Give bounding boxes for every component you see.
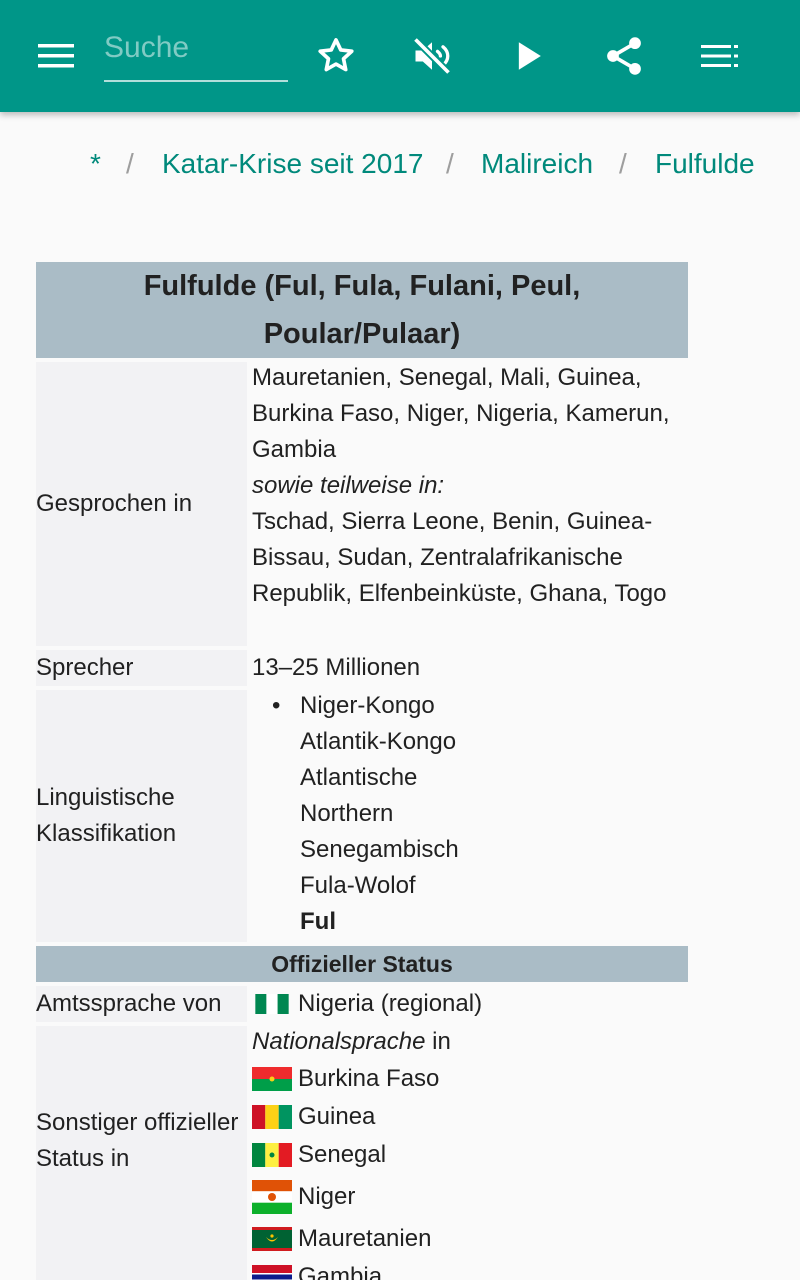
row-label: Sprecher bbox=[36, 650, 247, 686]
search-input[interactable] bbox=[104, 22, 288, 74]
row-value: Mauretanien, Senegal, Mali, Guinea, Burk… bbox=[252, 360, 688, 612]
row-label: Linguistische Klassifikation bbox=[36, 690, 247, 942]
infobox-title-line: Poular/Pulaar) bbox=[263, 318, 461, 350]
classification-link[interactable]: Fula-Wolof bbox=[300, 868, 688, 904]
mute-button[interactable] bbox=[400, 24, 464, 88]
classification-item: Northern bbox=[300, 800, 394, 827]
infobox-title-line: Fulfulde (Ful, Fula, Fulani, Peul, bbox=[143, 270, 581, 302]
breadcrumb-separator: / bbox=[126, 148, 134, 179]
label-line: Status in bbox=[36, 1145, 130, 1172]
classification-current: Ful bbox=[300, 908, 336, 935]
burkina-faso-flag-icon bbox=[252, 1067, 292, 1091]
row-value: 13–25 Millionen bbox=[252, 654, 421, 681]
country-entry: Mauretanien bbox=[252, 1220, 688, 1258]
niger-flag-icon bbox=[252, 1180, 292, 1214]
nigeria-flag-icon bbox=[255, 994, 289, 1014]
share-icon bbox=[607, 37, 641, 75]
breadcrumb-separator: / bbox=[619, 148, 627, 179]
country-link[interactable]: Burkina Faso bbox=[298, 1061, 439, 1097]
row-official-language: Amtssprache von Nigeria (regional) bbox=[36, 986, 688, 1022]
country-link[interactable]: Mauretanien bbox=[298, 1221, 431, 1257]
country-link[interactable]: Nigeria (regional) bbox=[298, 986, 482, 1022]
country-entry: Gambia bbox=[252, 1258, 688, 1280]
row-other-status: Sonstiger offizieller Status in National… bbox=[36, 1026, 688, 1280]
country-link[interactable]: Niger bbox=[298, 1179, 355, 1215]
breadcrumb: * / Katar-Krise seit 2017 / Malireich / … bbox=[0, 140, 800, 192]
menu-icon bbox=[38, 44, 74, 68]
classification-link[interactable]: Atlantische bbox=[300, 760, 688, 796]
text-line: Bissau, Sudan, Zentralafrikanische bbox=[252, 544, 623, 571]
country-link[interactable]: Guinea bbox=[298, 1099, 375, 1135]
row-label: Amtssprache von bbox=[36, 986, 247, 1022]
breadcrumb-current-page[interactable]: Fulfulde bbox=[655, 148, 755, 180]
senegal-flag-icon bbox=[252, 1143, 292, 1167]
share-button[interactable] bbox=[592, 24, 656, 88]
bullet-icon: • bbox=[272, 692, 281, 719]
classification-link[interactable]: Senegambisch bbox=[300, 832, 688, 868]
row-value: Nigeria (regional) bbox=[252, 986, 688, 1022]
play-icon bbox=[518, 42, 541, 70]
label-line: Sonstiger offizieller bbox=[36, 1109, 239, 1136]
row-classification: Linguistische Klassifikation • Niger-Kon… bbox=[36, 690, 688, 942]
contents-button[interactable] bbox=[688, 24, 752, 88]
text-line: Gambia bbox=[252, 436, 337, 463]
gambia-flag-icon bbox=[252, 1265, 292, 1280]
national-language-link[interactable]: Nationalsprache bbox=[252, 1028, 425, 1055]
classification-list: • Niger-Kongo Atlantik-Kongo Atlantische… bbox=[252, 688, 688, 940]
row-label: Sonstiger offizieller Status in bbox=[36, 1026, 247, 1280]
country-link[interactable]: Senegal bbox=[298, 1137, 386, 1173]
list-icon bbox=[701, 45, 738, 67]
menu-button[interactable] bbox=[24, 24, 88, 88]
breadcrumb-link-katar-krise[interactable]: Katar-Krise seit 2017 bbox=[162, 148, 423, 180]
section-heading-status: Offizieller Status bbox=[36, 946, 688, 982]
breadcrumb-link-malireich[interactable]: Malireich bbox=[481, 148, 593, 180]
country-entry: Guinea bbox=[252, 1098, 688, 1136]
row-label: Gesprochen in bbox=[36, 362, 247, 646]
text-line: Burkina Faso, Niger, Nigeria, Kamerun, bbox=[252, 400, 670, 427]
breadcrumb-separator: / bbox=[446, 148, 454, 179]
guinea-flag-icon bbox=[252, 1105, 292, 1129]
country-entry: Burkina Faso bbox=[252, 1060, 688, 1098]
country-link[interactable]: Gambia bbox=[298, 1259, 382, 1280]
classification-link[interactable]: Niger-Kongo bbox=[300, 688, 688, 724]
country-entry: Niger bbox=[252, 1174, 688, 1220]
star-icon bbox=[318, 38, 354, 72]
row-speakers: Sprecher 13–25 Millionen bbox=[36, 650, 688, 686]
infobox-title: Fulfulde (Ful, Fula, Fulani, Peul, Poula… bbox=[36, 262, 688, 358]
classification-link[interactable]: Atlantik-Kongo bbox=[300, 724, 688, 760]
bookmark-button[interactable] bbox=[304, 24, 368, 88]
mauritania-flag-icon bbox=[252, 1227, 292, 1251]
text-suffix: in bbox=[425, 1028, 451, 1055]
country-entry: Senegal bbox=[252, 1136, 688, 1174]
row-spoken-in: Gesprochen in Mauretanien, Senegal, Mali… bbox=[36, 362, 688, 646]
partial-label: sowie teilweise in: bbox=[252, 472, 445, 499]
label-line: Linguistische bbox=[36, 784, 175, 811]
text-line: Tschad, Sierra Leone, Benin, Guinea- bbox=[252, 508, 653, 535]
app-toolbar bbox=[0, 0, 800, 112]
play-button[interactable] bbox=[496, 24, 560, 88]
label-line: Klassifikation bbox=[36, 820, 177, 847]
text-line: Mauretanien, Senegal, Mali, Guinea, bbox=[252, 364, 642, 391]
text-line: Republik, Elfenbeinküste, Ghana, Togo bbox=[252, 580, 667, 607]
breadcrumb-root-link[interactable]: * bbox=[90, 148, 101, 180]
search-field[interactable] bbox=[104, 22, 288, 82]
row-value: Nationalsprache in Burkina Faso Guinea S… bbox=[252, 1024, 688, 1280]
volume-off-icon bbox=[412, 36, 452, 76]
infobox-table: Fulfulde (Ful, Fula, Fulani, Peul, Poula… bbox=[36, 262, 688, 1280]
